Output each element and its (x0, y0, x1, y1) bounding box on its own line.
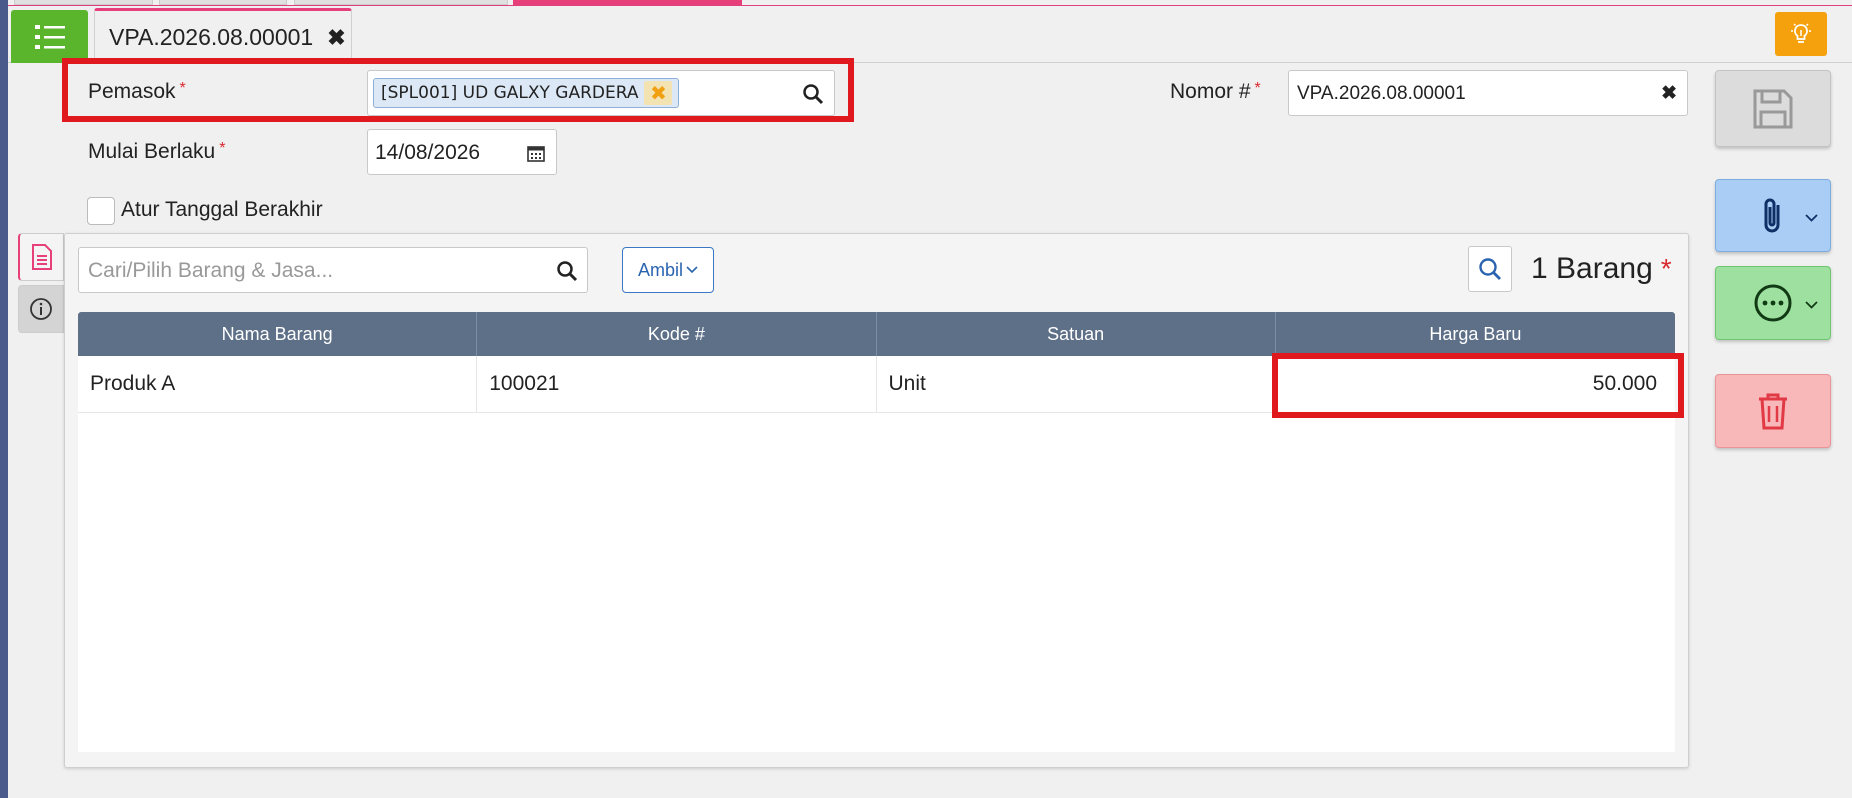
column-header-harga-baru[interactable]: Harga Baru (1276, 312, 1675, 356)
effective-date-field[interactable]: 14/08/2026 (367, 129, 557, 175)
table-header: Nama Barang Kode # Satuan Harga Baru (78, 312, 1675, 356)
info-icon (30, 298, 52, 320)
supplier-field[interactable]: [SPL001] UD GALXY GARDERA ✖ (367, 70, 835, 116)
menu-button[interactable] (11, 10, 88, 63)
item-count-search-button[interactable] (1468, 246, 1512, 292)
save-icon (1753, 89, 1793, 128)
more-options-button[interactable] (1715, 266, 1831, 340)
background-tab[interactable] (14, 0, 153, 5)
cell-item-code[interactable]: 100021 (477, 356, 877, 412)
calendar-icon[interactable] (526, 143, 546, 163)
number-field[interactable]: VPA.2026.08.00001 ✖ (1288, 70, 1688, 116)
delete-button[interactable] (1715, 374, 1831, 448)
hint-button[interactable] (1775, 12, 1827, 56)
supplier-chip-label: [SPL001] UD GALXY GARDERA (381, 83, 639, 103)
chevron-down-icon (1805, 301, 1818, 309)
background-tab[interactable] (294, 0, 508, 5)
column-header-satuan[interactable]: Satuan (877, 312, 1276, 356)
item-search-placeholder: Cari/Pilih Barang & Jasa... (88, 259, 334, 282)
lightbulb-icon (1791, 23, 1811, 43)
number-value: VPA.2026.08.00001 (1297, 83, 1466, 104)
close-icon[interactable]: ✖ (327, 25, 345, 51)
effective-date-value: 14/08/2026 (375, 141, 481, 164)
chevron-down-icon (1805, 213, 1818, 222)
ambil-dropdown-button[interactable]: Ambil (622, 247, 714, 293)
column-header-kode[interactable]: Kode # (477, 312, 877, 356)
attach-button[interactable] (1715, 179, 1831, 252)
document-tab[interactable]: VPA.2026.08.00001 ✖ (94, 8, 352, 64)
document-tab-title: VPA.2026.08.00001 (109, 24, 314, 50)
more-options-icon (1754, 284, 1792, 322)
cell-item-price[interactable]: 50.000 (1276, 356, 1675, 412)
trash-icon (1759, 393, 1787, 430)
cell-item-unit[interactable]: Unit (877, 356, 1276, 412)
save-button[interactable] (1715, 70, 1831, 147)
supplier-chip: [SPL001] UD GALXY GARDERA ✖ (373, 78, 680, 108)
remove-chip-icon[interactable]: ✖ (644, 81, 673, 105)
cell-item-name[interactable]: Produk A (78, 356, 478, 412)
document-icon (31, 244, 52, 270)
tab-details[interactable] (18, 233, 64, 281)
search-icon (1479, 258, 1501, 280)
column-header-nama-barang[interactable]: Nama Barang (78, 312, 478, 356)
clear-icon[interactable]: ✖ (1661, 82, 1677, 105)
paperclip-icon (1764, 198, 1780, 232)
table-row[interactable]: Produk A 100021 Unit 50.000 (78, 356, 1675, 413)
background-tab[interactable] (159, 0, 287, 5)
ambil-label: Ambil (637, 259, 683, 280)
active-tab-indicator (513, 0, 742, 5)
end-date-label: Atur Tanggal Berakhir (121, 198, 323, 221)
window-left-edge (0, 0, 8, 798)
chevron-down-icon (686, 266, 698, 274)
items-table: Nama Barang Kode # Satuan Harga Baru Pro… (78, 312, 1675, 752)
item-count: 1 Barang * (1531, 252, 1672, 285)
item-search-input[interactable]: Cari/Pilih Barang & Jasa... (78, 247, 588, 293)
effective-date-label: Mulai Berlaku * (88, 140, 226, 163)
list-icon (34, 24, 65, 49)
search-icon[interactable] (555, 259, 579, 283)
end-date-checkbox[interactable] (87, 197, 115, 225)
supplier-label: Pemasok * (88, 80, 186, 103)
tab-info[interactable] (18, 285, 64, 333)
number-label: Nomor # * (1170, 80, 1261, 103)
search-icon[interactable] (800, 81, 826, 107)
